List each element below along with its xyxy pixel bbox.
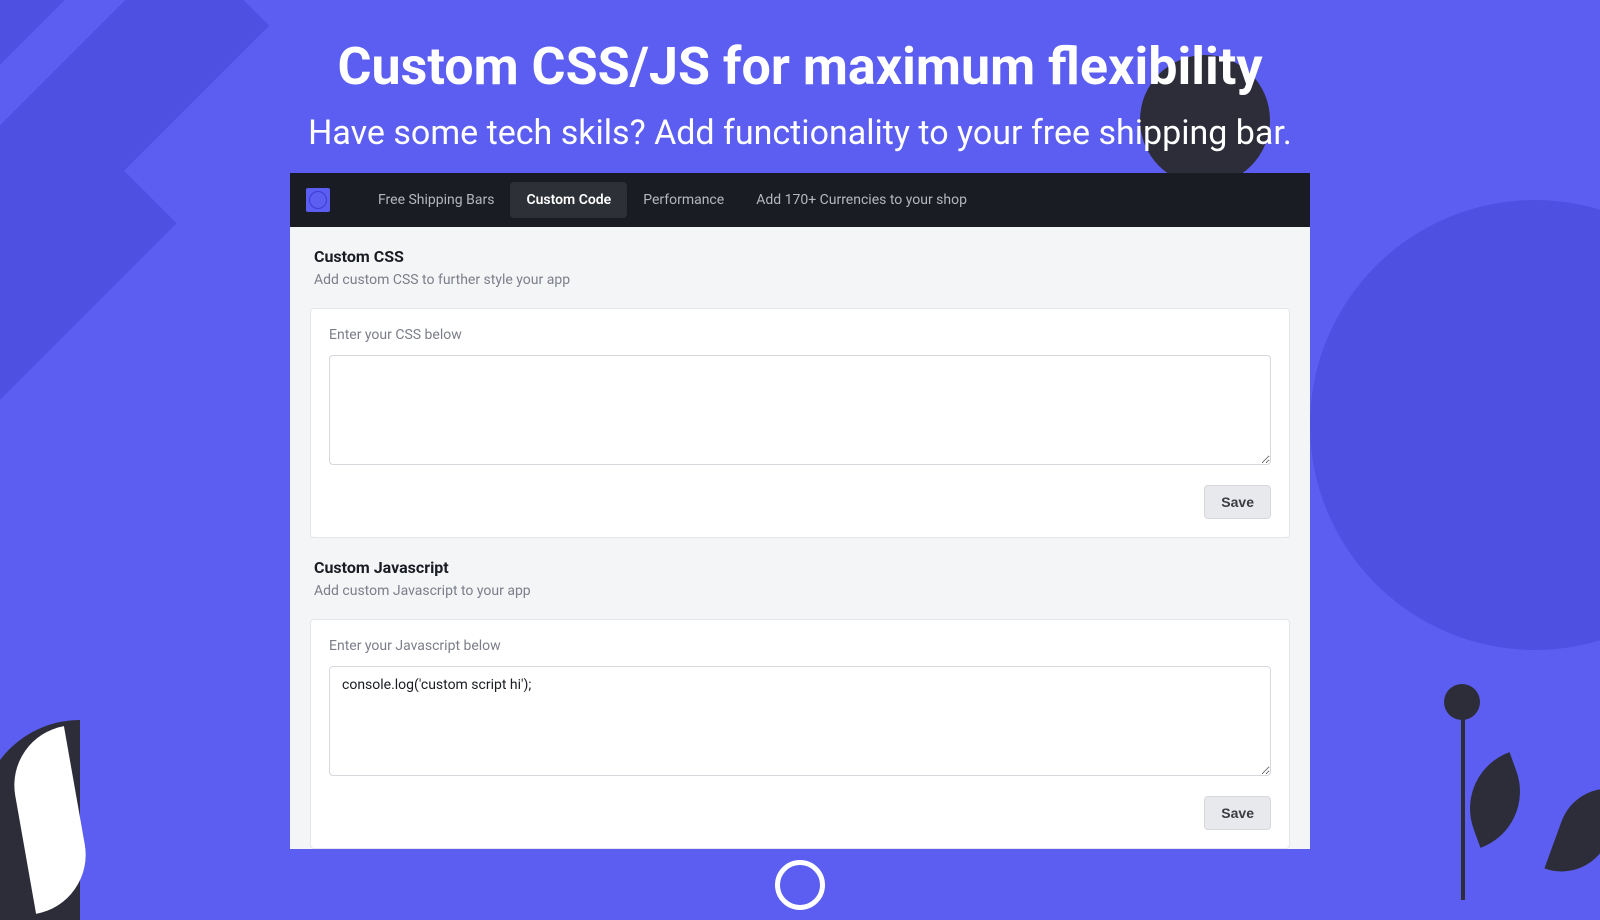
bg-decoration xyxy=(1444,684,1480,720)
custom-css-title: Custom CSS xyxy=(314,247,1286,266)
custom-css-textarea[interactable] xyxy=(329,355,1271,465)
bg-decoration xyxy=(1461,710,1465,900)
nav-tab-free-shipping-bars[interactable]: Free Shipping Bars xyxy=(362,182,510,218)
app-window: Free Shipping Bars Custom Code Performan… xyxy=(290,173,1310,849)
custom-js-title: Custom Javascript xyxy=(314,558,1286,577)
nav-tab-custom-code[interactable]: Custom Code xyxy=(510,182,627,218)
hero-subtitle: Have some tech skils? Add functionality … xyxy=(0,113,1600,153)
section-custom-css-header: Custom CSS Add custom CSS to further sty… xyxy=(290,227,1310,294)
nav-tab-add-currencies[interactable]: Add 170+ Currencies to your shop xyxy=(740,182,983,218)
button-row: Save xyxy=(329,485,1271,519)
app-logo-icon xyxy=(306,188,330,212)
custom-js-textarea[interactable] xyxy=(329,666,1271,776)
save-css-button[interactable]: Save xyxy=(1204,485,1271,519)
hero-title: Custom CSS/JS for maximum flexibility xyxy=(0,0,1600,97)
custom-js-input-label: Enter your Javascript below xyxy=(329,638,1271,654)
save-js-button[interactable]: Save xyxy=(1204,796,1271,830)
button-row: Save xyxy=(329,796,1271,830)
custom-js-description: Add custom Javascript to your app xyxy=(314,583,1286,599)
custom-css-description: Add custom CSS to further style your app xyxy=(314,272,1286,288)
bg-decoration xyxy=(1544,774,1600,885)
nav-tab-performance[interactable]: Performance xyxy=(627,182,740,218)
bg-decoration xyxy=(1453,752,1537,848)
custom-css-input-label: Enter your CSS below xyxy=(329,327,1271,343)
custom-js-card: Enter your Javascript below Save xyxy=(310,619,1290,849)
bg-decoration xyxy=(1310,200,1600,650)
bg-decoration xyxy=(775,860,825,910)
section-custom-js-header: Custom Javascript Add custom Javascript … xyxy=(290,538,1310,605)
custom-css-card: Enter your CSS below Save xyxy=(310,308,1290,538)
app-navbar: Free Shipping Bars Custom Code Performan… xyxy=(290,173,1310,227)
